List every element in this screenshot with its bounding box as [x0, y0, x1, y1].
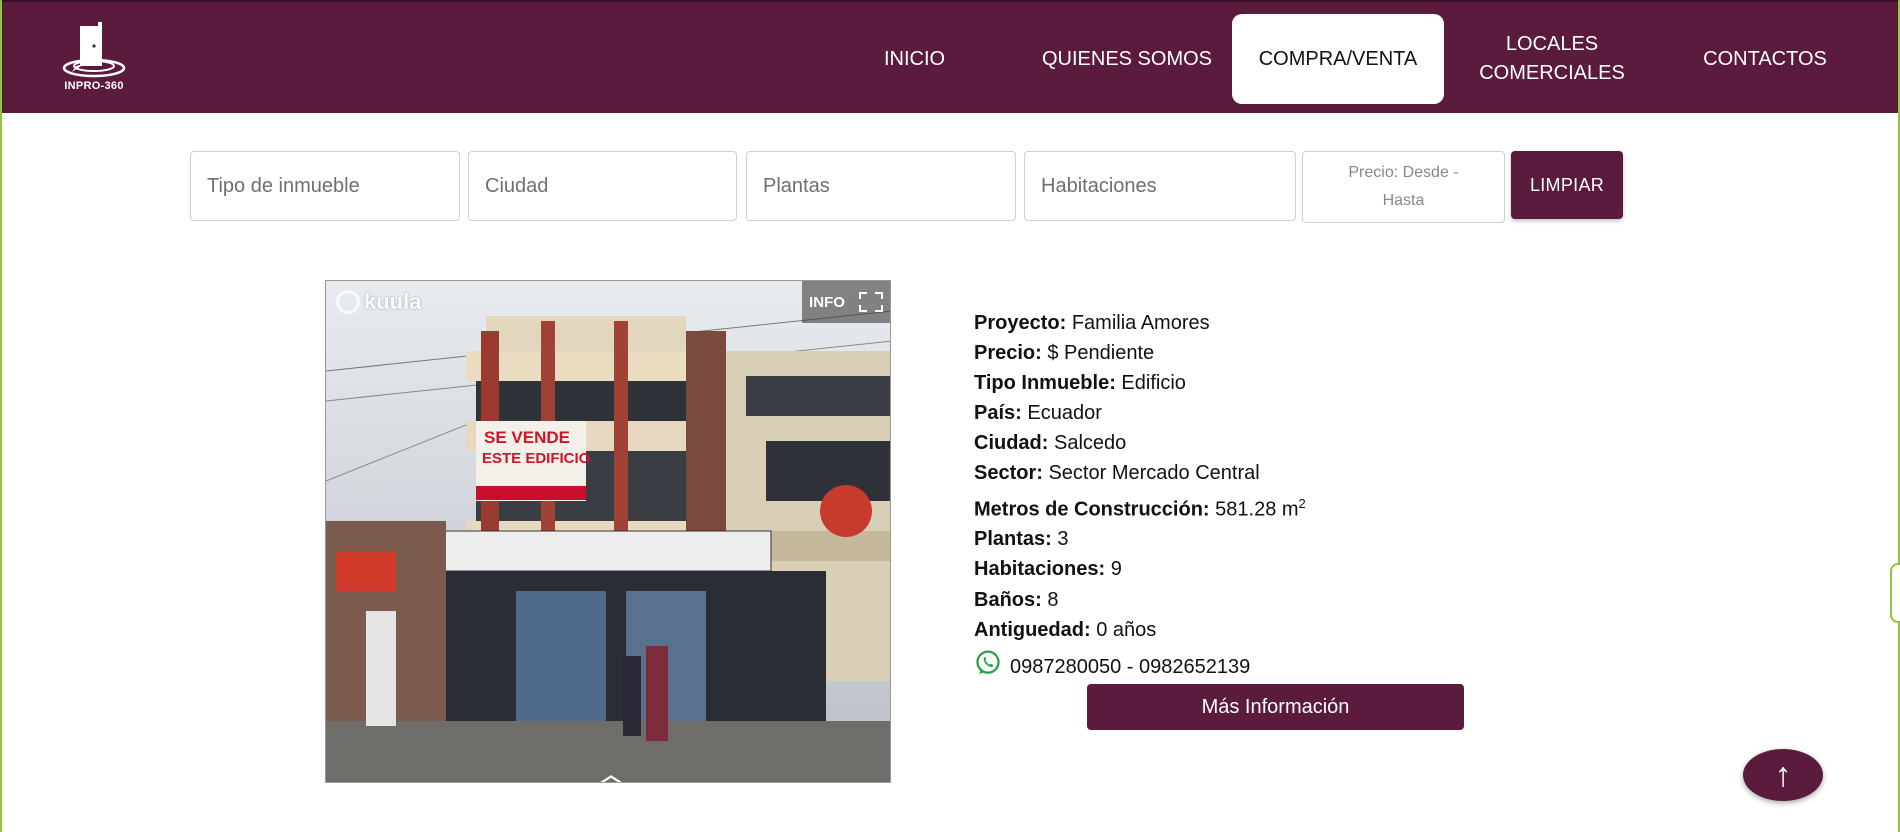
detail-plantas: Plantas: 3 — [974, 528, 1069, 551]
detail-sector: Sector: Sector Mercado Central — [974, 462, 1260, 485]
detail-precio: Precio: $ Pendiente — [974, 342, 1155, 365]
viewer-controls: INFO — [802, 281, 890, 323]
detail-antiguedad: Antiguedad: 0 años — [974, 618, 1157, 641]
arrow-up-icon: ↑ — [1774, 755, 1792, 794]
detail-habitaciones: Habitaciones: 9 — [974, 558, 1122, 581]
property-details: Proyecto: Familia Amores Precio: $ Pendi… — [974, 308, 1574, 679]
nav-item-quienes-somos[interactable]: QUIENES SOMOS — [1022, 14, 1232, 104]
filter-bar: Precio: Desde - Hasta LIMPIAR — [0, 151, 1900, 223]
nav-item-compra-venta[interactable]: COMPRA/VENTA — [1232, 14, 1444, 104]
side-widget-tab[interactable] — [1890, 563, 1900, 623]
detail-metros: Metros de Construcción: 581.28 m2 — [974, 495, 1306, 521]
tipo-inmueble-field[interactable] — [190, 151, 460, 221]
detail-proyecto: Proyecto: Familia Amores — [974, 312, 1210, 334]
price-range-field[interactable]: Precio: Desde - Hasta — [1302, 151, 1505, 223]
kuula-logo[interactable]: kuula — [336, 289, 421, 315]
plantas-field[interactable] — [746, 151, 1016, 221]
navigate-up-arrow-icon[interactable]: ︿ — [600, 757, 622, 782]
info-button[interactable]: INFO — [809, 294, 845, 311]
phone-row: 0987280050 - 0982652139 — [974, 649, 1574, 679]
panorama-viewer[interactable]: SE VENDE ESTE EDIFICIO kuula INFO ︿ — [325, 280, 891, 783]
detail-tipo-inmueble: Tipo Inmueble: Edificio — [974, 372, 1186, 395]
navbar: INPRO-360 INICIO QUIENES SOMOS COMPRA/VE… — [2, 0, 1898, 113]
whatsapp-icon[interactable] — [974, 649, 1002, 677]
kuula-logo-text: kuula — [364, 289, 422, 314]
ciudad-field[interactable] — [468, 151, 737, 221]
main-nav: INICIO QUIENES SOMOS COMPRA/VENTA LOCALE… — [2, 14, 1898, 104]
svg-text:SE VENDE: SE VENDE — [484, 428, 570, 447]
scroll-top-button[interactable]: ↑ — [1743, 749, 1823, 801]
detail-ciudad: Ciudad: Salcedo — [974, 432, 1127, 455]
detail-pais: País: Ecuador — [974, 402, 1102, 425]
building-panorama-image: SE VENDE ESTE EDIFICIO — [326, 281, 890, 782]
svg-text:ESTE EDIFICIO: ESTE EDIFICIO — [482, 450, 591, 467]
habitaciones-field[interactable] — [1024, 151, 1296, 221]
nav-item-inicio[interactable]: INICIO — [857, 14, 972, 104]
nav-item-locales-comerciales[interactable]: LOCALES COMERCIALES — [1452, 14, 1652, 104]
clear-filters-button[interactable]: LIMPIAR — [1511, 151, 1623, 219]
more-info-button[interactable]: Más Información — [1087, 684, 1464, 730]
nav-item-contactos[interactable]: CONTACTOS — [1670, 14, 1860, 104]
phone-numbers[interactable]: 0987280050 - 0982652139 — [1010, 656, 1250, 679]
kuula-circle-icon — [336, 290, 360, 314]
page-frame — [0, 0, 1900, 832]
detail-banos: Baños: 8 — [974, 588, 1059, 611]
fullscreen-icon[interactable] — [858, 292, 883, 312]
